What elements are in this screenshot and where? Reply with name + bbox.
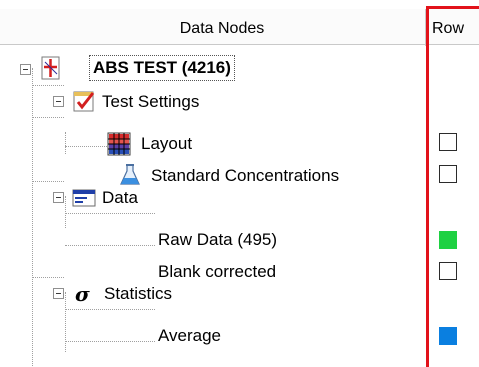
collapse-data-toggle[interactable]	[53, 192, 64, 203]
tree-header: Data Nodes Row	[0, 0, 479, 46]
row-color-swatch-average[interactable]	[439, 327, 457, 345]
tree-node-layout[interactable]: Layout	[141, 133, 192, 155]
svg-text:σ: σ	[75, 282, 90, 306]
column-header-row[interactable]: Row	[432, 9, 479, 46]
tree-node-raw-data[interactable]: Raw Data (495)	[158, 229, 277, 251]
tree-hline	[32, 277, 64, 278]
tree-node-statistics[interactable]: Statistics	[104, 283, 172, 305]
data-window-icon	[72, 189, 96, 207]
row-column-highlight	[426, 6, 479, 367]
tree-hline	[65, 309, 155, 310]
tree-line-data	[65, 196, 66, 228]
tree-root-label[interactable]: ABS TEST (4216)	[89, 55, 235, 81]
collapse-root-toggle[interactable]	[20, 64, 31, 75]
tree-hline	[32, 117, 64, 118]
tree-line-root	[32, 68, 33, 367]
tree-hline	[65, 213, 155, 214]
tree-node-blank-corrected[interactable]: Blank corrected	[158, 261, 276, 283]
plus-chart-icon	[41, 56, 60, 80]
column-header-data-nodes[interactable]: Data Nodes	[9, 9, 426, 46]
tree-node-test-settings[interactable]: Test Settings	[102, 91, 199, 113]
tree-hline	[65, 245, 155, 246]
data-nodes-panel: Data Nodes Row ABS TEST (4216) Test Sett…	[0, 0, 479, 367]
tree-hline	[32, 181, 64, 182]
column-header-data-nodes-label: Data Nodes	[179, 20, 265, 37]
tree-line-settings	[65, 132, 66, 154]
collapse-statistics-toggle[interactable]	[53, 288, 64, 299]
tree-node-average[interactable]: Average	[158, 325, 221, 347]
data-nodes-tree: ABS TEST (4216) Test Settings Layout Sta…	[0, 46, 457, 367]
row-checkbox-blank-corrected[interactable]	[439, 262, 457, 280]
tree-hline	[32, 85, 64, 86]
flask-icon	[120, 164, 140, 185]
tree-line-statistics	[65, 292, 66, 352]
grid-layout-icon	[107, 132, 131, 156]
sigma-icon: σ	[75, 282, 90, 306]
checklist-icon	[73, 91, 95, 112]
row-checkbox-layout[interactable]	[439, 133, 457, 151]
collapse-test-settings-toggle[interactable]	[53, 96, 64, 107]
column-header-row-label: Row	[432, 20, 465, 37]
tree-hline	[65, 341, 155, 342]
row-checkbox-standard-concentrations[interactable]	[439, 165, 457, 183]
tree-node-data[interactable]: Data	[102, 187, 138, 209]
header-spacer	[0, 0, 479, 9]
tree-hline	[65, 146, 107, 147]
tree-node-standard-concentrations[interactable]: Standard Concentrations	[151, 165, 339, 187]
row-color-swatch-raw-data[interactable]	[439, 231, 457, 249]
